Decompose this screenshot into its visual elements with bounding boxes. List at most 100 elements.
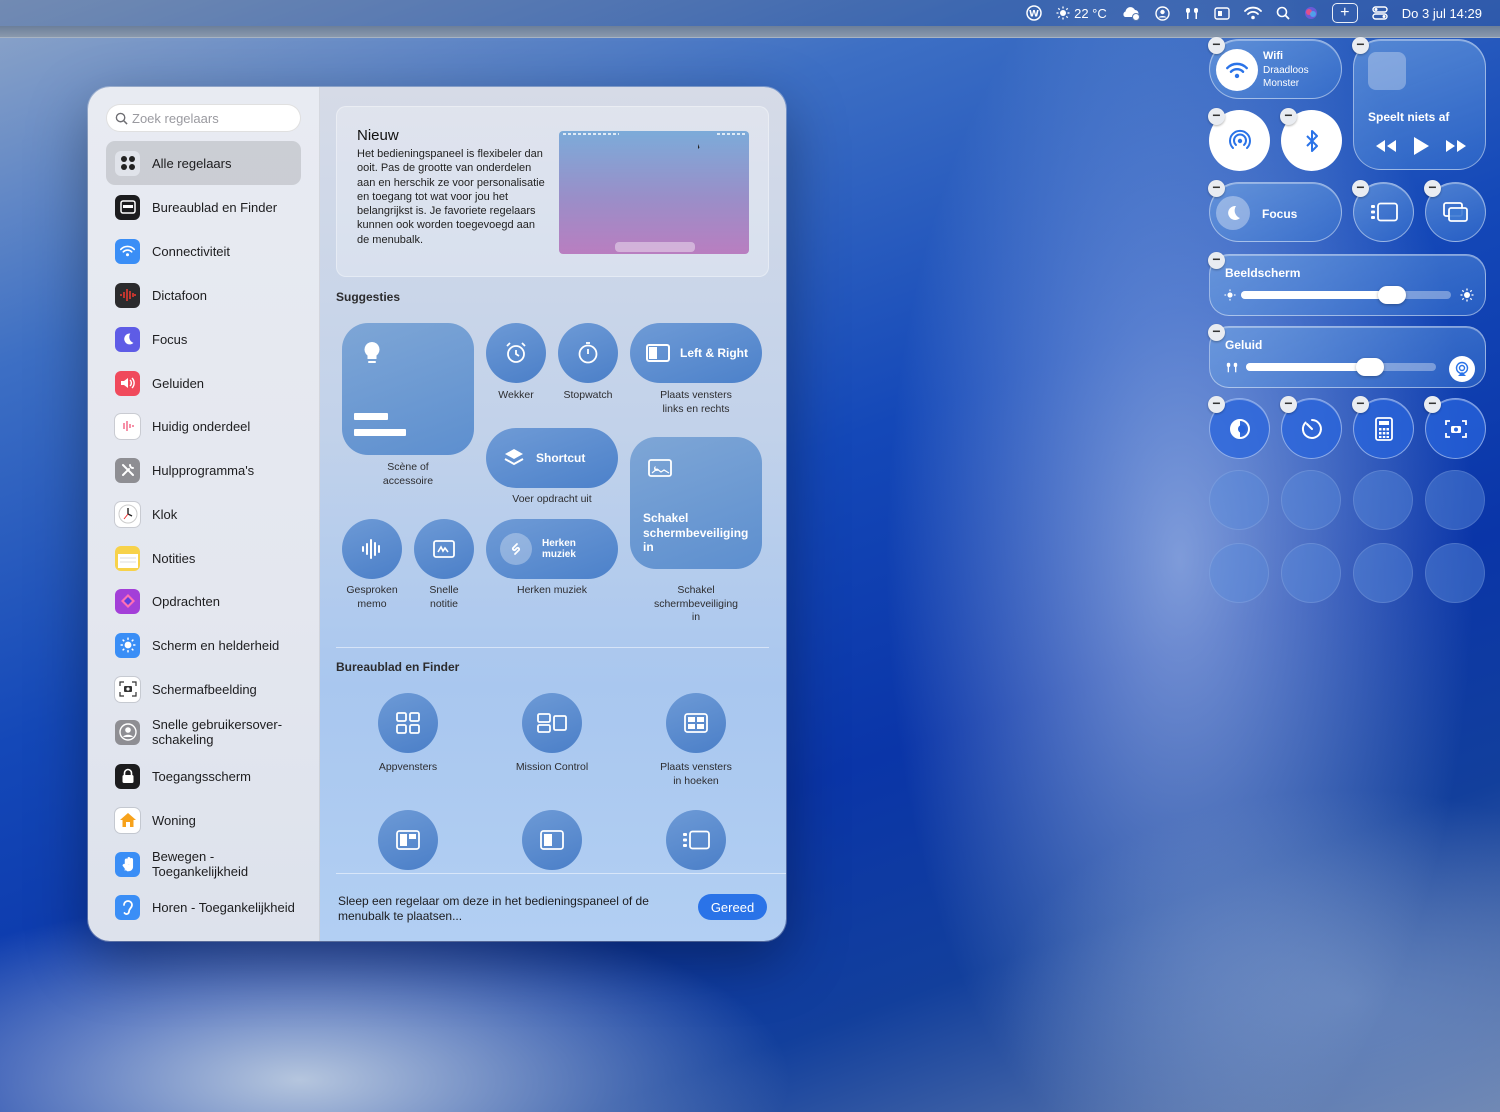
sidebar-item[interactable]: Schermafbeelding xyxy=(106,667,301,711)
play-icon[interactable] xyxy=(1412,136,1430,156)
sidebar-item-label: Klok xyxy=(152,506,178,522)
sidebar-item-label: Dictafoon xyxy=(152,287,207,303)
sidebar-item[interactable]: Focus xyxy=(106,317,301,361)
voice-memo-control[interactable] xyxy=(342,519,402,579)
remove-control-button[interactable]: − xyxy=(1208,324,1225,341)
mission-control-control[interactable] xyxy=(522,693,582,753)
sidebar-item[interactable]: Snelle gebruikersover- schakeling xyxy=(106,710,301,754)
user-account-icon[interactable] xyxy=(1155,5,1170,21)
focus-module[interactable]: Focus xyxy=(1209,182,1342,242)
brightness-high-icon xyxy=(1460,288,1474,302)
remove-control-button[interactable]: − xyxy=(1208,37,1225,54)
sound-module: Geluid xyxy=(1209,326,1486,388)
brightness-slider[interactable] xyxy=(1241,286,1451,304)
spotlight-search-icon[interactable] xyxy=(1276,6,1290,20)
grid-icon xyxy=(115,150,140,176)
search-field[interactable] xyxy=(106,104,301,132)
sidebar-item[interactable]: Opdrachten xyxy=(106,579,301,623)
empty-slot[interactable] xyxy=(1209,543,1269,603)
display-menu-icon[interactable] xyxy=(1214,6,1230,20)
done-button[interactable]: Gereed xyxy=(698,894,767,920)
now-playing-module[interactable]: Speelt niets af xyxy=(1353,39,1486,170)
suggestions-heading: Suggesties xyxy=(336,290,401,304)
sidebar-item[interactable]: Dictafoon xyxy=(106,273,301,317)
control-center-icon[interactable] xyxy=(1372,6,1388,20)
remove-control-button[interactable]: − xyxy=(1424,180,1441,197)
recognize-music-control[interactable]: Herken muziek xyxy=(486,519,618,579)
search-input[interactable] xyxy=(132,110,292,126)
stage-manager-control[interactable] xyxy=(666,810,726,870)
window-layout-control-1[interactable] xyxy=(378,810,438,870)
focus-toggle[interactable] xyxy=(1216,196,1250,230)
remove-control-button[interactable]: − xyxy=(1208,396,1225,413)
remove-control-button[interactable]: − xyxy=(1352,37,1369,54)
sidebar-item[interactable]: Woning xyxy=(106,798,301,842)
speaker-icon xyxy=(115,370,140,396)
sidebar-item[interactable]: Huidig onderdeel xyxy=(106,404,301,448)
sidebar-item[interactable]: Klok xyxy=(106,492,301,536)
window-layout-control-2[interactable] xyxy=(522,810,582,870)
empty-slot[interactable] xyxy=(1425,470,1485,530)
stopwatch-icon xyxy=(578,342,598,364)
preview-dock xyxy=(615,242,695,252)
alarm-control[interactable] xyxy=(486,323,546,383)
wifi-toggle[interactable] xyxy=(1216,49,1258,91)
app-windows-label: Appvensters xyxy=(378,761,438,773)
sidebar-item[interactable]: Toegangsscherm xyxy=(106,754,301,798)
volume-slider[interactable] xyxy=(1246,358,1436,376)
sidebar-item[interactable]: Horen - Toegankelijkheid xyxy=(106,885,301,929)
sidebar-item[interactable]: Connectiviteit xyxy=(106,229,301,273)
airpods-icon[interactable] xyxy=(1184,6,1200,21)
sidebar-item[interactable]: Geluiden xyxy=(106,361,301,405)
remove-control-button[interactable]: − xyxy=(1208,252,1225,269)
volume-knob[interactable] xyxy=(1356,358,1384,376)
sidebar-item[interactable]: Notities xyxy=(106,536,301,580)
brightness-knob[interactable] xyxy=(1378,286,1406,304)
remove-control-button[interactable]: − xyxy=(1352,396,1369,413)
screensaver-control[interactable]: Schakel schermbeveiliging in xyxy=(630,437,762,569)
empty-slot[interactable] xyxy=(1353,470,1413,530)
remove-control-button[interactable]: − xyxy=(1208,180,1225,197)
fast-forward-icon[interactable] xyxy=(1444,139,1468,153)
remove-control-button[interactable]: − xyxy=(1280,396,1297,413)
airplay-button[interactable] xyxy=(1449,356,1475,382)
sidebar-item-label: Bewegen - Toegankelijkheid xyxy=(152,849,249,879)
remove-control-button[interactable]: − xyxy=(1352,180,1369,197)
left-right-control[interactable]: Left & Right xyxy=(630,323,762,383)
sidebar-item[interactable]: Bureaublad en Finder xyxy=(106,185,301,229)
volume-fill xyxy=(1246,363,1370,371)
remove-control-button[interactable]: − xyxy=(1208,108,1225,125)
rewind-icon[interactable] xyxy=(1374,139,1398,153)
menu-bar: W 22 °C + Do 3 jul 14:29 xyxy=(0,0,1500,26)
left-right-tile-label: Left & Right xyxy=(680,346,748,360)
empty-slot[interactable] xyxy=(1281,470,1341,530)
cloud-sync-icon[interactable] xyxy=(1121,5,1141,21)
menu-clock[interactable]: Do 3 jul 14:29 xyxy=(1402,6,1482,21)
wifi-menu-icon[interactable] xyxy=(1243,6,1262,20)
lock-status-icon[interactable]: W xyxy=(1026,5,1042,21)
wifi-module[interactable]: Wifi Draadloos Monster xyxy=(1209,39,1342,99)
sidebar-item[interactable]: Bewegen - Toegankelijkheid xyxy=(106,842,301,886)
remove-control-button[interactable]: − xyxy=(1280,108,1297,125)
sidebar-item[interactable]: Alle regelaars xyxy=(106,141,301,185)
weather-menu[interactable]: 22 °C xyxy=(1056,6,1107,21)
empty-slot[interactable] xyxy=(1353,543,1413,603)
shortcuts-icon xyxy=(115,588,140,614)
new-description: Het bedieningspaneel is flexibeler dan o… xyxy=(357,148,545,246)
remove-control-button[interactable]: − xyxy=(1424,396,1441,413)
empty-slot[interactable] xyxy=(1209,470,1269,530)
add-control-button[interactable]: + xyxy=(1331,3,1358,23)
sidebar-item[interactable]: Scherm en helderheid xyxy=(106,623,301,667)
corner-windows-control[interactable] xyxy=(666,693,726,753)
sidebar-item-label: Huidig onderdeel xyxy=(152,418,251,434)
siri-icon[interactable] xyxy=(1304,6,1318,20)
empty-slot[interactable] xyxy=(1425,543,1485,603)
timer-icon xyxy=(1301,418,1322,439)
app-windows-control[interactable] xyxy=(378,693,438,753)
stopwatch-control[interactable] xyxy=(558,323,618,383)
scene-accessory-control[interactable] xyxy=(342,323,474,455)
empty-slot[interactable] xyxy=(1281,543,1341,603)
sidebar-item[interactable]: Hulpprogramma's xyxy=(106,448,301,492)
shortcut-control[interactable]: Shortcut xyxy=(486,428,618,488)
quick-note-control[interactable] xyxy=(414,519,474,579)
